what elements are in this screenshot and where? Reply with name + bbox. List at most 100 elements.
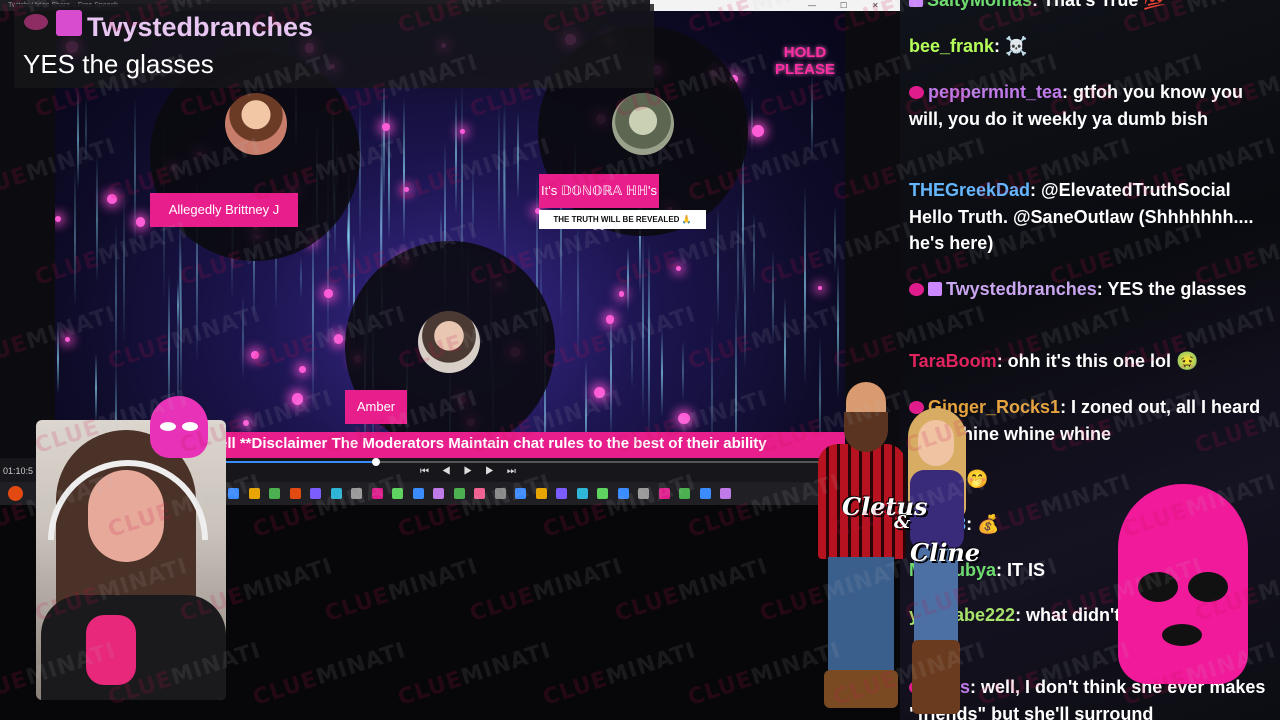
light-streak	[744, 247, 747, 370]
chat-username[interactable]: Twystedbranches	[946, 279, 1097, 299]
taskbar-app-icon[interactable]	[699, 488, 711, 499]
name-chip-brittney: Allegedly Brittney J	[150, 193, 298, 227]
chat-username[interactable]: SaltyMomas	[927, 0, 1032, 10]
maximize-button[interactable]: ☐	[840, 1, 847, 10]
highlight-username: Twystedbranches	[87, 12, 314, 42]
chat-highlight-overlay: Twystedbranches YES the glasses	[14, 4, 654, 88]
taskbar-app-icon[interactable]	[556, 488, 567, 499]
light-streak	[630, 326, 633, 390]
watermark: CLUEMINATI	[612, 554, 771, 627]
glow-particle	[251, 351, 259, 360]
name-chip-amber: Amber	[345, 390, 407, 424]
start-menu-icon[interactable]	[8, 486, 23, 501]
gift-badge-icon	[56, 10, 82, 36]
chat-message: THEGreekDad: @ElevatedTruthSocial Hello …	[909, 177, 1269, 257]
taskbar-app-icon[interactable]	[658, 488, 670, 499]
light-streak	[241, 293, 244, 382]
logo-eye-left	[1138, 572, 1178, 602]
watermark-part-a: CLUE	[395, 666, 466, 712]
taskbar-app-icon[interactable]	[597, 488, 608, 499]
glow-particle	[675, 265, 682, 272]
disclaimer-ticker: ell **Disclaimer The Moderators Maintain…	[215, 432, 845, 458]
light-streak	[498, 105, 501, 234]
seek-bar[interactable]	[220, 458, 845, 466]
glow-particle	[291, 393, 304, 405]
glow-particle	[403, 186, 409, 192]
watermark-part-b: MINATI	[675, 553, 772, 607]
chat-text: : That's True 💯	[1032, 0, 1166, 10]
chat-username[interactable]: bee_frank	[909, 36, 994, 56]
taskbar-app-icon[interactable]	[515, 488, 526, 499]
glow-particle	[618, 290, 625, 297]
taskbar-app-icon[interactable]	[535, 488, 547, 499]
cletus-jeans	[828, 557, 894, 677]
light-streak	[737, 203, 740, 325]
taskbar-app-icon[interactable]	[248, 488, 260, 499]
watermark: CLUEMINATI	[467, 554, 626, 627]
taskbar-app-icon[interactable]	[576, 488, 588, 499]
taskbar-app-icon[interactable]	[433, 488, 444, 499]
glow-particle	[605, 315, 615, 324]
taskbar-app-icon[interactable]	[269, 488, 280, 499]
glow-particle	[298, 365, 306, 374]
taskbar-app-icon[interactable]	[474, 488, 485, 499]
close-button[interactable]: ✕	[872, 1, 879, 10]
light-streak	[358, 97, 361, 247]
taskbar-app-icon[interactable]	[371, 488, 383, 499]
glow-particle	[677, 412, 690, 425]
light-streak	[810, 73, 813, 162]
chat-text: : 💰	[966, 514, 1000, 534]
chat-username[interactable]: THEGreekDad	[909, 180, 1030, 200]
light-streak	[517, 110, 520, 201]
light-streak	[753, 212, 756, 296]
taskbar-app-icon[interactable]	[494, 488, 506, 499]
glow-particle	[242, 419, 249, 426]
taskbar-app-icon[interactable]	[679, 488, 690, 499]
taskbar-app-icon[interactable]	[392, 488, 403, 499]
seek-knob[interactable]	[372, 458, 381, 466]
taskbar-app-icon[interactable]	[453, 488, 465, 499]
watermark-part-a: CLUE	[0, 666, 31, 712]
glow-particle	[333, 334, 344, 344]
cletus-character	[808, 372, 908, 712]
chat-username[interactable]: TaraBoom	[909, 351, 997, 371]
chat-username[interactable]: peppermint_tea	[928, 82, 1062, 102]
cline-label: Cline	[910, 538, 981, 567]
light-streak	[84, 95, 87, 166]
light-streak	[626, 247, 629, 312]
ticker-text: ell **Disclaimer The Moderators Maintain…	[219, 435, 767, 452]
hold-text: HOLD	[783, 44, 827, 61]
taskbar-app-icon[interactable]	[310, 488, 321, 499]
playback-controls[interactable]: ⏮ ◀ ▶ ▶ ⏭	[420, 466, 521, 477]
taskbar-app-icon[interactable]	[638, 488, 649, 499]
minimize-button[interactable]: —	[808, 1, 816, 10]
ampersand-label: &	[894, 512, 911, 533]
light-streak	[133, 97, 136, 249]
light-streak	[610, 307, 613, 437]
taskbar-app-icon[interactable]	[289, 488, 301, 499]
highlight-message: YES the glasses	[23, 49, 214, 79]
taskbar-app-icon[interactable]	[330, 488, 342, 499]
light-streak	[503, 108, 506, 249]
taskbar-app-icon[interactable]	[228, 488, 239, 499]
light-streak	[648, 242, 651, 435]
light-streak	[76, 89, 79, 189]
light-streak	[642, 229, 645, 418]
light-streak	[178, 215, 181, 340]
watermark-part-a: CLUE	[685, 666, 756, 712]
taskbar-app-icon[interactable]	[720, 488, 731, 499]
taskbar-app-icon[interactable]	[617, 488, 629, 499]
glow-particle	[64, 337, 70, 343]
watermark-part-b: MINATI	[240, 553, 337, 607]
glow-particle	[818, 286, 823, 291]
mask-badge-icon	[909, 86, 924, 99]
light-streak	[123, 192, 126, 345]
chat-message: SaltyMomas: That's True 💯	[909, 0, 1269, 14]
watermark-part-b: MINATI	[458, 637, 555, 691]
chat-message: bee_frank: ☠️	[909, 33, 1269, 60]
watermark-part-a: CLUE	[250, 498, 321, 544]
ski-mask-logo	[1118, 484, 1248, 684]
chat-text: : ☠️	[994, 36, 1028, 56]
taskbar-app-icon[interactable]	[412, 488, 424, 499]
taskbar-app-icon[interactable]	[351, 488, 362, 499]
